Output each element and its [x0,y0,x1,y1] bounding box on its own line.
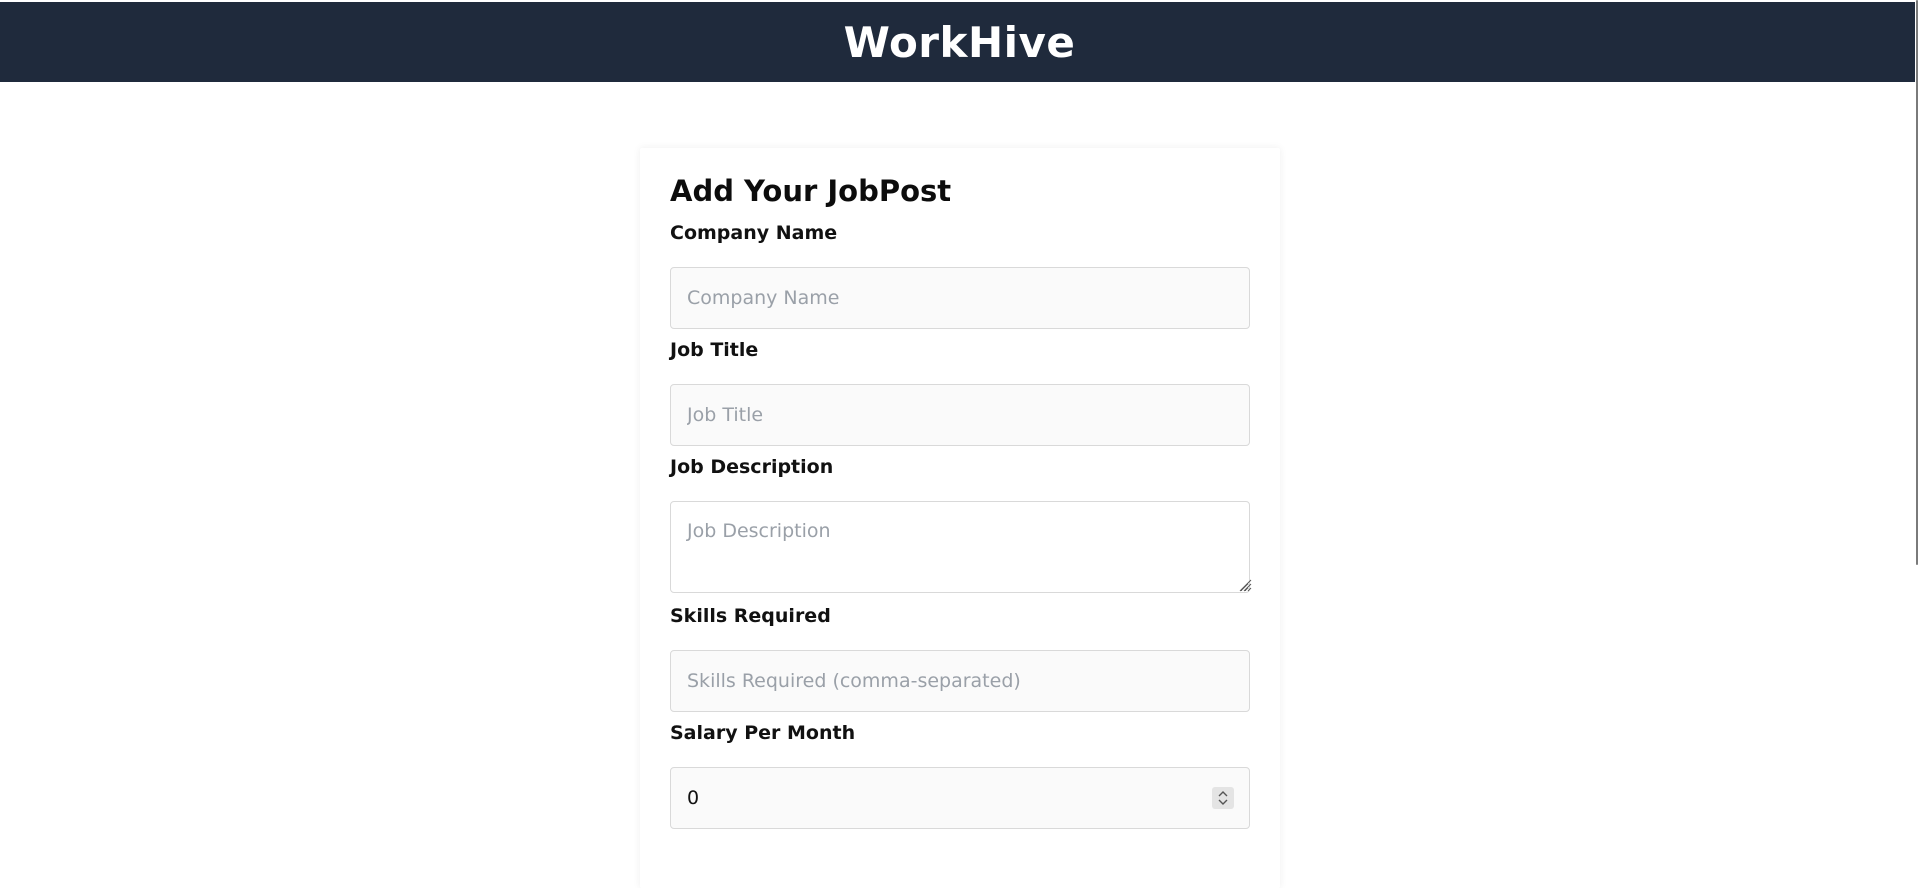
brand-logo-text[interactable]: WorkHive [844,18,1076,67]
job-title-input[interactable] [670,384,1250,446]
company-name-label: Company Name [670,222,838,244]
company-name-input[interactable] [670,267,1250,329]
job-post-form: Add Your JobPost Company Name Job Title … [640,148,1280,888]
skills-required-label: Skills Required [670,605,831,627]
salary-field-wrapper [670,767,1250,829]
job-title-label: Job Title [670,339,759,361]
page-scrollbar[interactable] [1915,0,1919,855]
scrollbar-thumb[interactable] [1916,0,1918,565]
salary-per-month-label: Salary Per Month [670,722,856,744]
app-header: WorkHive [0,2,1919,82]
job-description-label: Job Description [670,456,834,478]
number-spinner[interactable] [1212,787,1234,809]
chevron-up-down-icon[interactable] [1217,790,1229,806]
form-title: Add Your JobPost [670,174,952,208]
salary-per-month-input[interactable] [670,767,1250,829]
skills-required-input[interactable] [670,650,1250,712]
job-description-textarea[interactable] [670,501,1250,593]
